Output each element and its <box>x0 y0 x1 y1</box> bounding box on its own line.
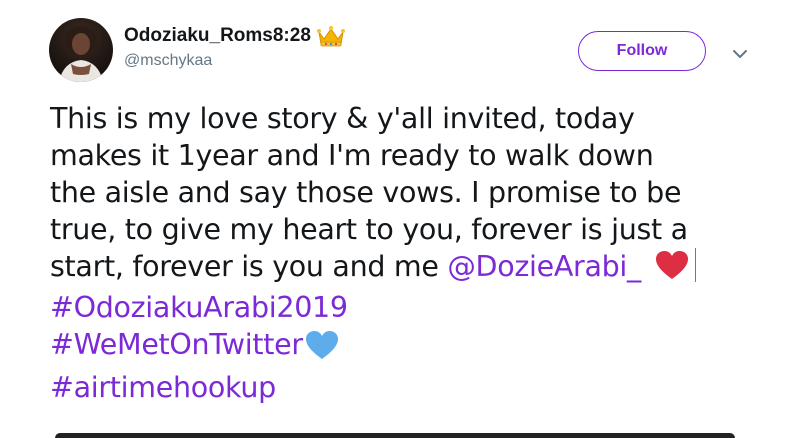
hashtag-line: #OdoziakuArabi2019 <box>50 289 770 326</box>
blue-heart-emoji-icon <box>305 330 339 369</box>
tweet-text-line: makes it 1year and I'm ready to walk dow… <box>50 139 654 172</box>
tweet-header: Odoziaku_Roms8:28 @mschykaa <box>124 24 345 71</box>
tweet-text-line: true, to give my heart to you, forever i… <box>50 213 688 246</box>
tweet-card: Odoziaku_Roms8:28 @mschykaa Follow This … <box>0 0 786 438</box>
text-cursor <box>695 248 696 282</box>
media-preview-edge <box>55 433 735 438</box>
red-heart-emoji-icon <box>655 250 689 289</box>
hashtag-link[interactable]: #airtimehookup <box>50 371 276 404</box>
hashtag-line: #airtimehookup <box>50 369 770 406</box>
hashtag-link[interactable]: #OdoziakuArabi2019 <box>50 291 348 324</box>
chevron-down-icon[interactable] <box>732 45 748 58</box>
follow-button[interactable]: Follow <box>578 31 706 71</box>
crown-emoji-icon <box>316 25 345 47</box>
user-handle[interactable]: @mschykaa <box>124 51 345 71</box>
tweet-text-fragment: start, forever is you and me <box>50 250 448 283</box>
avatar[interactable] <box>49 18 113 82</box>
mention-link[interactable]: @DozieArabi_ <box>447 250 641 283</box>
tweet-text-line: the aisle and say those vows. I promise … <box>50 176 682 209</box>
tweet-text-line: start, forever is you and me @DozieArabi… <box>50 248 770 289</box>
tweet-text-line: This is my love story & y'all invited, t… <box>50 102 635 135</box>
tweet-text: This is my love story & y'all invited, t… <box>50 100 770 406</box>
hashtag-line: #WeMetOnTwitter <box>50 326 770 369</box>
hashtag-link[interactable]: #WeMetOnTwitter <box>50 328 303 361</box>
display-name[interactable]: Odoziaku_Roms8:28 <box>124 24 345 48</box>
display-name-text[interactable]: Odoziaku_Roms8:28 <box>124 24 311 48</box>
